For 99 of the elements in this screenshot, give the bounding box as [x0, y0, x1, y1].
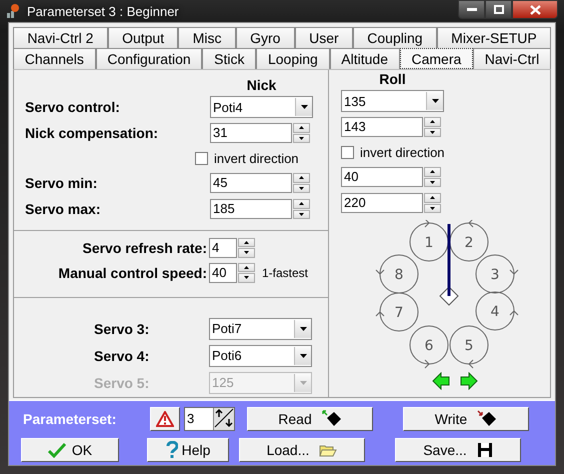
tab[interactable]: Channels: [13, 48, 96, 69]
spin-buttons[interactable]: [424, 193, 441, 213]
dropdown[interactable]: 135: [341, 90, 444, 112]
field-label: Nick compensation:: [25, 125, 160, 141]
rotor-ring: [376, 254, 418, 294]
rotor-ring: [476, 254, 518, 294]
spin-buttons[interactable]: [424, 117, 441, 137]
tab[interactable]: Gyro: [236, 27, 295, 48]
number-field[interactable]: 220: [341, 193, 423, 213]
rotor-number: 1: [424, 235, 434, 251]
field-label: Servo control:: [25, 99, 121, 115]
tab[interactable]: Navi-Ctrl: [473, 48, 551, 69]
checkbox-label: invert direction: [360, 144, 445, 160]
save-button[interactable]: Save...: [395, 438, 521, 462]
checkbox-label: invert direction: [214, 150, 299, 166]
tab[interactable]: Output: [108, 27, 178, 48]
app-icon: [6, 3, 22, 19]
field-label: Servo min:: [25, 175, 98, 191]
dropdown-arrow-icon: [432, 99, 438, 103]
number-field[interactable]: 185: [210, 199, 292, 219]
warning-icon: [156, 411, 174, 427]
hint-text: 1-fastest: [262, 266, 308, 280]
rotate-right-button[interactable]: [460, 372, 478, 390]
checkmark-icon: [48, 442, 66, 458]
dropdown[interactable]: Poti7: [209, 318, 312, 340]
rotate-left-button[interactable]: [432, 372, 450, 390]
spin-buttons[interactable]: [238, 238, 255, 258]
checkbox[interactable]: [341, 146, 354, 158]
dropdown-arrow-icon: [300, 105, 308, 109]
number-field[interactable]: 40: [341, 167, 423, 187]
spin-buttons[interactable]: [293, 199, 310, 219]
maximize-icon: [494, 5, 504, 14]
minimize-button[interactable]: [458, 0, 485, 19]
warning-button[interactable]: [150, 407, 180, 431]
tab[interactable]: User: [294, 27, 353, 48]
checkbox[interactable]: [195, 152, 208, 164]
number-field[interactable]: 143: [341, 117, 423, 137]
close-icon: [530, 4, 540, 14]
tab[interactable]: Stick: [202, 48, 256, 69]
write-button[interactable]: Write: [403, 407, 529, 431]
tab[interactable]: Misc: [178, 27, 236, 48]
invert-checkbox[interactable]: invert direction: [195, 150, 299, 166]
number-field[interactable]: 4: [209, 238, 237, 258]
field-label: Servo 3:: [93, 320, 150, 336]
ok-button[interactable]: OK: [21, 438, 119, 462]
spin-buttons[interactable]: [424, 167, 441, 187]
window-title: Parameterset 3 : Beginner: [27, 4, 179, 18]
tab[interactable]: Altitude: [330, 48, 400, 69]
rotor-number: 7: [394, 305, 404, 321]
left-arrow-icon: [432, 372, 450, 390]
load-button[interactable]: Load...: [239, 438, 365, 462]
dropdown-arrow-icon: [300, 380, 306, 384]
tab[interactable]: Mixer-SETUP: [436, 27, 552, 48]
minimize-icon: [466, 8, 476, 12]
rotor-number: 6: [424, 338, 434, 354]
maximize-button[interactable]: [485, 0, 512, 19]
rotor-number: 3: [490, 267, 500, 283]
close-button[interactable]: [512, 0, 558, 19]
dropdown-arrow-icon: [300, 354, 306, 358]
rotor-ring: [376, 292, 418, 332]
device-write-icon: [477, 410, 498, 428]
spin-buttons[interactable]: [293, 173, 310, 193]
rotor-ring: [476, 292, 518, 330]
rotor-ring: [450, 326, 488, 368]
column-header: Roll: [378, 71, 407, 87]
field-label: Manual control speed:: [57, 264, 208, 280]
field-label: Servo 5:: [93, 374, 150, 390]
question-mark-icon: [166, 441, 178, 459]
dropdown-arrow-icon: [300, 326, 306, 330]
field-label: Servo max:: [25, 201, 102, 217]
tab[interactable]: Coupling: [352, 27, 437, 48]
tab[interactable]: Configuration: [96, 48, 202, 69]
dropdown[interactable]: Poti6: [209, 344, 312, 366]
right-arrow-icon: [460, 372, 478, 390]
number-field[interactable]: 40: [209, 262, 237, 282]
rotor-number: 8: [394, 267, 404, 283]
folder-icon: [319, 444, 338, 456]
spin-buttons[interactable]: [293, 123, 310, 143]
column-header: Nick: [246, 77, 278, 93]
rotor-ring: [410, 326, 448, 368]
device-read-icon: [322, 410, 342, 428]
help-button[interactable]: Help: [147, 438, 229, 462]
tab[interactable]: Camera: [400, 48, 474, 69]
rotor-number: 4: [490, 304, 500, 320]
tab[interactable]: Looping: [256, 48, 330, 69]
field-label: Servo 4:: [93, 348, 150, 364]
rotor-number: 2: [464, 235, 474, 251]
read-button[interactable]: Read: [247, 407, 373, 431]
field-label: Servo refresh rate:: [81, 240, 208, 256]
rotor-ring: [450, 220, 488, 262]
rotor-ring: [410, 220, 448, 262]
spin-buttons[interactable]: [238, 262, 255, 282]
invert-checkbox[interactable]: invert direction: [341, 144, 445, 160]
rotor-number: 5: [464, 338, 474, 354]
parameterset-label: Parameterset:: [22, 411, 118, 427]
number-field[interactable]: 31: [210, 123, 292, 143]
number-field[interactable]: 45: [210, 173, 292, 193]
tab[interactable]: Navi-Ctrl 2: [13, 27, 108, 48]
dropdown[interactable]: Poti4: [210, 96, 313, 118]
